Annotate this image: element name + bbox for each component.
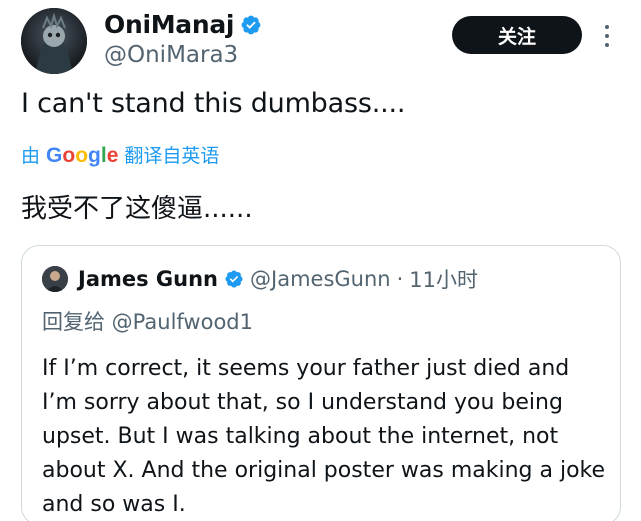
quoted-tweet-card[interactable]: James Gunn @JamesGunn · 11小时 回复给 @Paulfw… (21, 245, 621, 521)
author-avatar-image (21, 8, 87, 74)
quote-avatar-image (42, 266, 68, 292)
quote-body-line: I’m sorry about that, so I understand yo… (42, 390, 563, 415)
google-logo: Google (46, 144, 119, 167)
quote-body-line: about X. And the original poster was mak… (42, 458, 606, 483)
quote-body-line: and so was I. (42, 492, 186, 517)
quote-separator: · (396, 267, 404, 291)
author-name-row[interactable]: OniManaj (104, 10, 262, 39)
quote-header: James Gunn @JamesGunn · 11小时 (78, 264, 478, 294)
translate-attribution[interactable]: 由 Google 翻译自英语 (21, 141, 219, 168)
author-name[interactable]: OniManaj (104, 10, 235, 39)
quote-author-handle[interactable]: @JamesGunn (250, 267, 391, 291)
more-vertical-icon[interactable] (598, 18, 616, 54)
quote-author-avatar[interactable] (42, 266, 68, 292)
author-avatar[interactable] (21, 8, 87, 74)
quote-reply-to[interactable]: 回复给 @Paulfwood1 (42, 306, 253, 336)
tweet-text: I can't stand this dumbass.... (21, 88, 406, 119)
quote-body-line: upset. But I was talking about the inter… (42, 424, 559, 449)
translate-suffix: 翻译自英语 (124, 145, 220, 167)
quote-body: If I’m correct, it seems your father jus… (42, 352, 606, 521)
quote-author-name[interactable]: James Gunn (78, 267, 218, 291)
translated-text: 我受不了这傻逼...... (21, 194, 253, 224)
follow-button[interactable]: 关注 (452, 16, 582, 54)
quote-body-line: If I’m correct, it seems your father jus… (42, 356, 570, 381)
verified-badge-icon (241, 15, 261, 34)
author-handle[interactable]: @OniMara3 (104, 42, 238, 68)
translate-prefix: 由 (21, 145, 41, 167)
verified-badge-icon (225, 270, 243, 288)
quote-timestamp[interactable]: 11小时 (409, 264, 478, 294)
